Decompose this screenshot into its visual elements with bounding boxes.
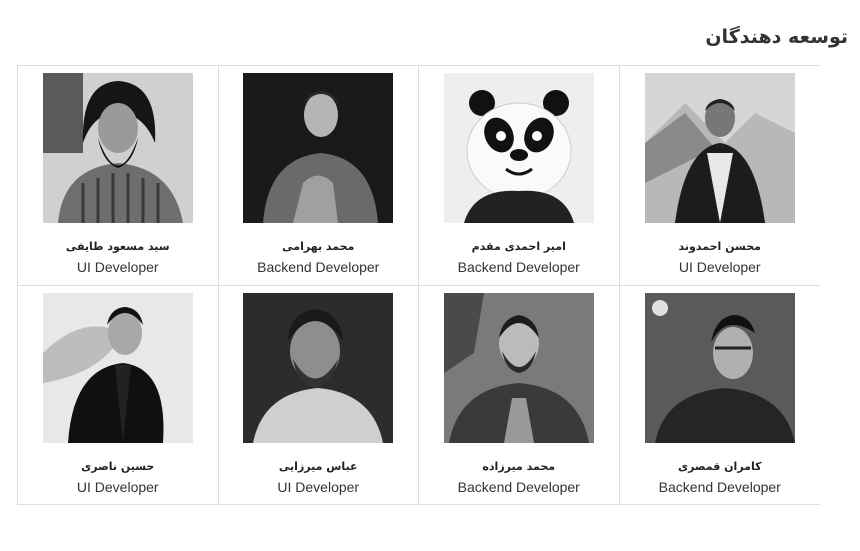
team-member-card: محسن احمدوند UI Developer: [619, 66, 820, 286]
member-photo: [443, 292, 594, 443]
person-photo-icon: [243, 292, 394, 443]
member-role: UI Developer: [277, 478, 360, 495]
member-role: Backend Developer: [658, 478, 781, 495]
member-name: محمد بهرامی: [282, 240, 355, 253]
member-photo: [644, 292, 795, 443]
team-member-card: سید مسعود طایفی UI Developer: [18, 66, 219, 286]
member-role: UI Developer: [76, 478, 159, 495]
member-photo: [42, 73, 193, 223]
team-member-card: محمد بهرامی Backend Developer: [218, 66, 419, 286]
member-name: سید مسعود طایفی: [65, 240, 170, 253]
member-name: محمد میرزاده: [482, 459, 556, 473]
person-photo-icon: [243, 73, 394, 223]
member-name: امیر احمدی مقدم: [471, 240, 566, 253]
person-photo-icon: [443, 292, 594, 443]
member-name: عباس میرزایی: [278, 459, 358, 473]
team-member-card: عباس میرزایی UI Developer: [218, 285, 419, 505]
member-name: محسن احمدوند: [678, 240, 761, 253]
member-role: Backend Developer: [457, 259, 580, 275]
member-name: کامران قمصری: [677, 459, 762, 473]
member-photo: [644, 73, 795, 223]
member-role: UI Developer: [678, 259, 761, 275]
team-grid: محسن احمدوند UI Developer امیر احمدی مقد…: [17, 65, 820, 505]
person-photo-icon: [42, 292, 193, 443]
team-member-card: کامران قمصری Backend Developer: [619, 286, 820, 505]
team-member-card: امیر احمدی مقدم Backend Developer: [419, 66, 620, 286]
member-role: Backend Developer: [457, 478, 580, 495]
section-title: توسعه دهندگان: [705, 26, 848, 48]
member-name: حسین ناصری: [81, 459, 155, 473]
person-photo-icon: [42, 73, 193, 223]
member-role: Backend Developer: [257, 259, 380, 275]
person-photo-icon: [644, 292, 795, 443]
member-photo: [42, 292, 193, 443]
page: توسعه دهندگان محسن احمدوند UI Developer: [0, 0, 860, 551]
team-member-card: حسین ناصری UI Developer: [18, 285, 219, 505]
team-member-card: محمد میرزاده Backend Developer: [419, 285, 620, 505]
person-photo-icon: [644, 73, 795, 223]
member-photo: [443, 73, 594, 223]
member-photo: [243, 73, 394, 223]
member-role: UI Developer: [76, 259, 159, 275]
panda-photo-icon: [443, 73, 594, 223]
member-photo: [243, 292, 394, 443]
